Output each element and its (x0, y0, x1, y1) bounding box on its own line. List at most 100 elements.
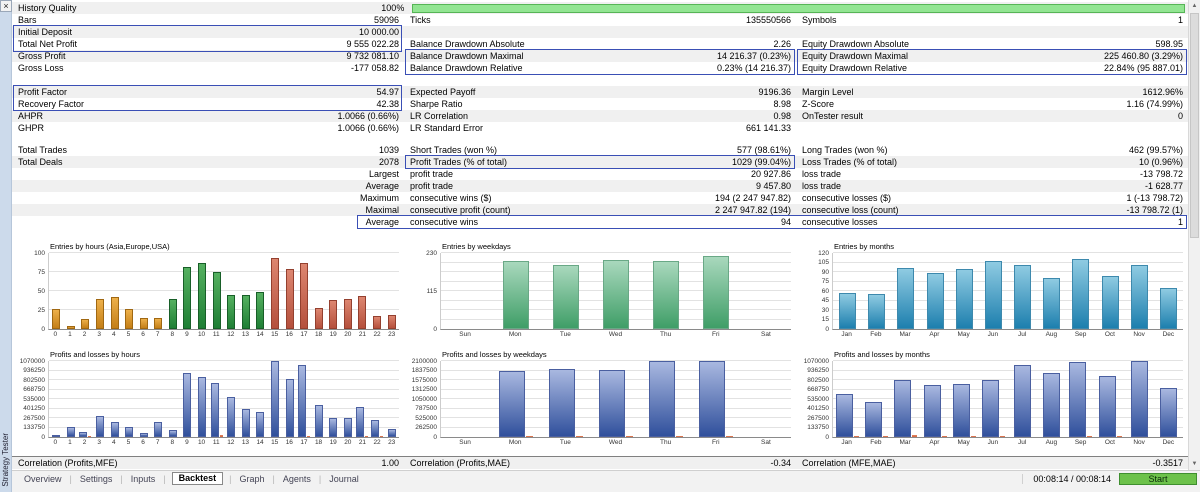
x-tick-label: Jun (978, 330, 1007, 339)
stat-row: Correlation (Profits,MFE)1.00Correlation… (12, 457, 1188, 469)
bar-slot (370, 361, 385, 437)
x-tick-label: 17 (297, 438, 312, 447)
x-tick-label: Jan (832, 438, 861, 447)
stat-value: 135550566 (746, 14, 791, 26)
entries-bar (839, 293, 856, 329)
tab-graph[interactable]: Graph (237, 474, 266, 484)
tab-inputs[interactable]: Inputs (129, 474, 158, 484)
x-tick-label: Tue (540, 438, 590, 447)
scrollbar-thumb[interactable] (1190, 13, 1199, 238)
chart-x-axis: 01234567891011121314151617181920212223 (48, 330, 399, 339)
summary-stats-table: History Quality100%Bars59096Ticks1355505… (12, 0, 1188, 134)
profit-bar (549, 369, 575, 437)
stat-value: -13 798.72 (1140, 168, 1183, 180)
bar-slot (180, 361, 195, 437)
stat-label: Z-Score (802, 98, 834, 110)
stat-label: Equity Drawdown Relative (802, 62, 907, 74)
stat-value: -0.3517 (1152, 457, 1183, 469)
stat-label: Short Trades (won %) (410, 144, 497, 156)
bar-slot (891, 253, 920, 329)
x-tick-label: Jun (978, 438, 1007, 447)
y-tick-label: 401250 (807, 405, 829, 412)
profit-bar (298, 365, 306, 437)
bar-slot (355, 253, 370, 329)
bar-slot (166, 361, 181, 437)
x-tick-label: Jul (1008, 438, 1037, 447)
bar-slot (741, 361, 791, 437)
entries-bar (373, 316, 381, 329)
stat-value: Maximal (365, 204, 399, 216)
entries-bar (329, 300, 337, 329)
chart-x-axis: SunMonTueWedThuFriSat (440, 330, 791, 339)
stat-value: 194 (2 247 947.82) (715, 192, 791, 204)
x-tick-label: 12 (224, 330, 239, 339)
stat-label: Total Trades (18, 144, 67, 156)
scroll-up-icon[interactable]: ▲ (1189, 0, 1200, 12)
scroll-down-icon[interactable]: ▼ (1189, 458, 1200, 470)
strategy-tester-side-tab[interactable]: × Strategy Tester (0, 0, 12, 492)
chart-pl-by-hours: Profits and losses by hours 013375026750… (12, 344, 404, 456)
x-tick-label: 9 (180, 438, 195, 447)
x-tick-label: May (949, 438, 978, 447)
entries-bar (169, 299, 177, 329)
x-tick-label: 2 (77, 330, 92, 339)
profit-bar (649, 361, 675, 437)
tab-backtest[interactable]: Backtest (172, 472, 224, 485)
stat-row: AHPR1.0066 (0.66%)LR Correlation0.98OnTe… (12, 110, 1188, 122)
loss-bar (1117, 436, 1122, 438)
status-area: 00:08:14 / 00:08:14 Start (1022, 473, 1200, 485)
start-button[interactable]: Start (1119, 473, 1197, 485)
x-tick-label: Mon (490, 330, 540, 339)
bar-slot (591, 361, 641, 437)
x-tick-label: 18 (311, 330, 326, 339)
x-tick-label: Oct (1095, 330, 1124, 339)
x-tick-label: 15 (267, 438, 282, 447)
entries-bar (653, 261, 679, 329)
x-tick-label: Feb (861, 330, 890, 339)
stat-value: 1039 (379, 144, 399, 156)
x-tick-label: Wed (590, 438, 640, 447)
bar-slot (195, 361, 210, 437)
x-tick-label: 22 (370, 438, 385, 447)
chart-y-axis: 0115230 (404, 253, 440, 329)
entries-bar (198, 263, 206, 329)
entries-bar (227, 295, 235, 329)
x-tick-label: Fri (691, 438, 741, 447)
chart-y-axis: 0255075100 (12, 253, 48, 329)
x-tick-label: 14 (253, 438, 268, 447)
stat-value: 9196.36 (758, 86, 791, 98)
stat-value: 598.95 (1155, 38, 1183, 50)
bar-slot (122, 253, 137, 329)
chart-bars (441, 361, 791, 437)
y-tick-label: 120 (818, 250, 829, 257)
stat-label: Balance Drawdown Relative (410, 62, 523, 74)
bar-slot (78, 361, 93, 437)
tab-settings[interactable]: Settings (78, 474, 115, 484)
stat-value: 0 (1178, 110, 1183, 122)
chart-entries-by-hours: Entries by hours (Asia,Europe,USA) 02550… (12, 236, 404, 344)
y-tick-label: 0 (41, 326, 45, 333)
stat-label: Total Deals (18, 156, 63, 168)
stat-label: Total Net Profit (18, 38, 77, 50)
y-tick-label: 105 (818, 259, 829, 266)
chart-x-axis: JanFebMarAprMayJunJulAugSepOctNovDec (832, 330, 1183, 339)
bar-slot (311, 361, 326, 437)
vertical-scrollbar[interactable]: ▲ ▼ (1188, 0, 1200, 470)
entries-bar (125, 309, 133, 329)
bar-slot (341, 361, 356, 437)
tab-journal[interactable]: Journal (327, 474, 361, 484)
stat-label: consecutive losses ($) (802, 192, 891, 204)
loss-bar (380, 436, 383, 438)
close-icon[interactable]: × (0, 0, 12, 12)
entries-bar (242, 295, 250, 329)
tab-agents[interactable]: Agents (281, 474, 313, 484)
y-tick-label: 525000 (415, 415, 437, 422)
stat-label: Ticks (410, 14, 431, 26)
bar-slot (1066, 361, 1095, 437)
entries-bar (603, 260, 629, 329)
panel-title: Strategy Tester (1, 433, 10, 487)
chart-entries-by-weekdays: Entries by weekdays 0115230 SunMonTueWed… (404, 236, 796, 344)
tab-overview[interactable]: Overview (22, 474, 64, 484)
x-tick-label: 10 (194, 438, 209, 447)
y-tick-label: 262500 (415, 424, 437, 431)
